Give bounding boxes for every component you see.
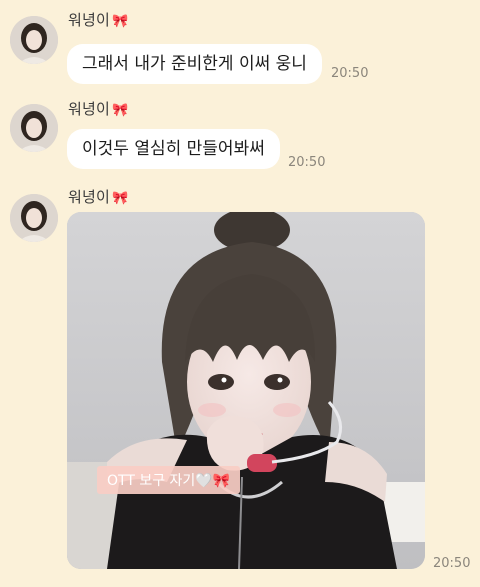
- message-time: 20:50: [288, 155, 326, 170]
- bow-icon: 🎀: [112, 14, 129, 29]
- selfie-image: [67, 212, 425, 569]
- message-text: 그래서 내가 준비한게 이써 웅니: [82, 54, 307, 74]
- sender-name: 워녕이 🎀: [68, 98, 128, 119]
- message-time: 20:50: [433, 556, 471, 571]
- profile-photo: [10, 194, 58, 242]
- message-text: 이것두 열심히 만들어봐써: [82, 139, 265, 159]
- photo-caption-sticker: OTT 보구 자기🤍🎀: [97, 466, 241, 494]
- message-bubble[interactable]: 그래서 내가 준비한게 이써 웅니: [67, 44, 322, 84]
- avatar[interactable]: [10, 104, 58, 152]
- message-time: 20:50: [331, 66, 369, 81]
- avatar[interactable]: [10, 194, 58, 242]
- bow-icon: 🎀: [112, 191, 129, 206]
- sender-name-text: 워녕이: [68, 100, 111, 118]
- photo-message[interactable]: OTT 보구 자기🤍🎀: [67, 212, 425, 569]
- sender-name-text: 워녕이: [68, 11, 111, 29]
- profile-photo: [10, 16, 58, 64]
- bow-icon: 🎀: [112, 103, 129, 118]
- avatar[interactable]: [10, 16, 58, 64]
- sender-name: 워녕이 🎀: [68, 9, 128, 30]
- profile-photo: [10, 104, 58, 152]
- message-bubble[interactable]: 이것두 열심히 만들어봐써: [67, 129, 280, 169]
- sender-name-text: 워녕이: [68, 188, 111, 206]
- sender-name: 워녕이 🎀: [68, 186, 128, 207]
